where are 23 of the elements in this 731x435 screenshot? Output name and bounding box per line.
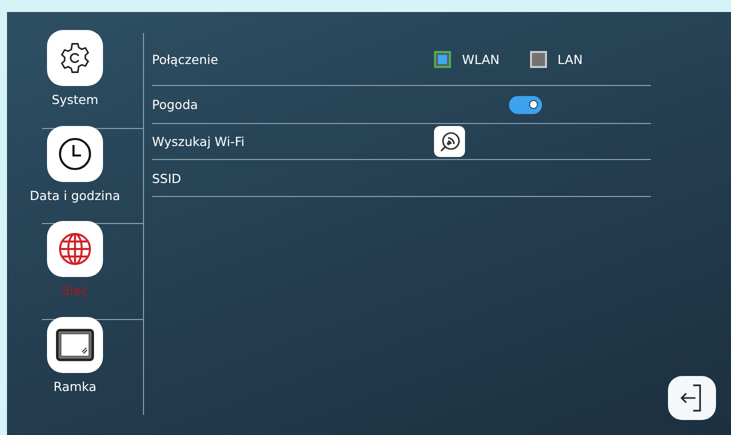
wifi-search-icon xyxy=(438,130,462,154)
wifi-search-button[interactable] xyxy=(434,126,465,157)
menu-label[interactable]: System xyxy=(52,92,98,107)
option-label: WLAN xyxy=(462,52,500,66)
checkbox[interactable] xyxy=(434,50,451,68)
setting-label: Pogoda xyxy=(152,97,199,112)
menu-label[interactable]: Data i godzina xyxy=(30,188,120,202)
clock-icon xyxy=(57,136,93,172)
option-label: LAN xyxy=(558,52,583,66)
setting-label: SSID xyxy=(152,170,182,186)
setting-label: Wyszukaj Wi-Fi xyxy=(152,134,246,149)
menu-tile[interactable] xyxy=(47,221,103,277)
frame-icon xyxy=(55,328,95,362)
globe-icon xyxy=(57,231,93,267)
setting-label: Połączenie xyxy=(152,52,220,66)
menu-tile[interactable] xyxy=(47,316,103,372)
menu-tile[interactable] xyxy=(47,126,103,182)
back-button[interactable] xyxy=(668,376,716,420)
toggle-switch[interactable] xyxy=(509,96,542,114)
checkbox[interactable] xyxy=(530,50,547,68)
menu-label[interactable]: Ramka xyxy=(54,378,96,394)
gear-icon xyxy=(58,41,92,75)
menu-tile[interactable] xyxy=(47,30,103,86)
